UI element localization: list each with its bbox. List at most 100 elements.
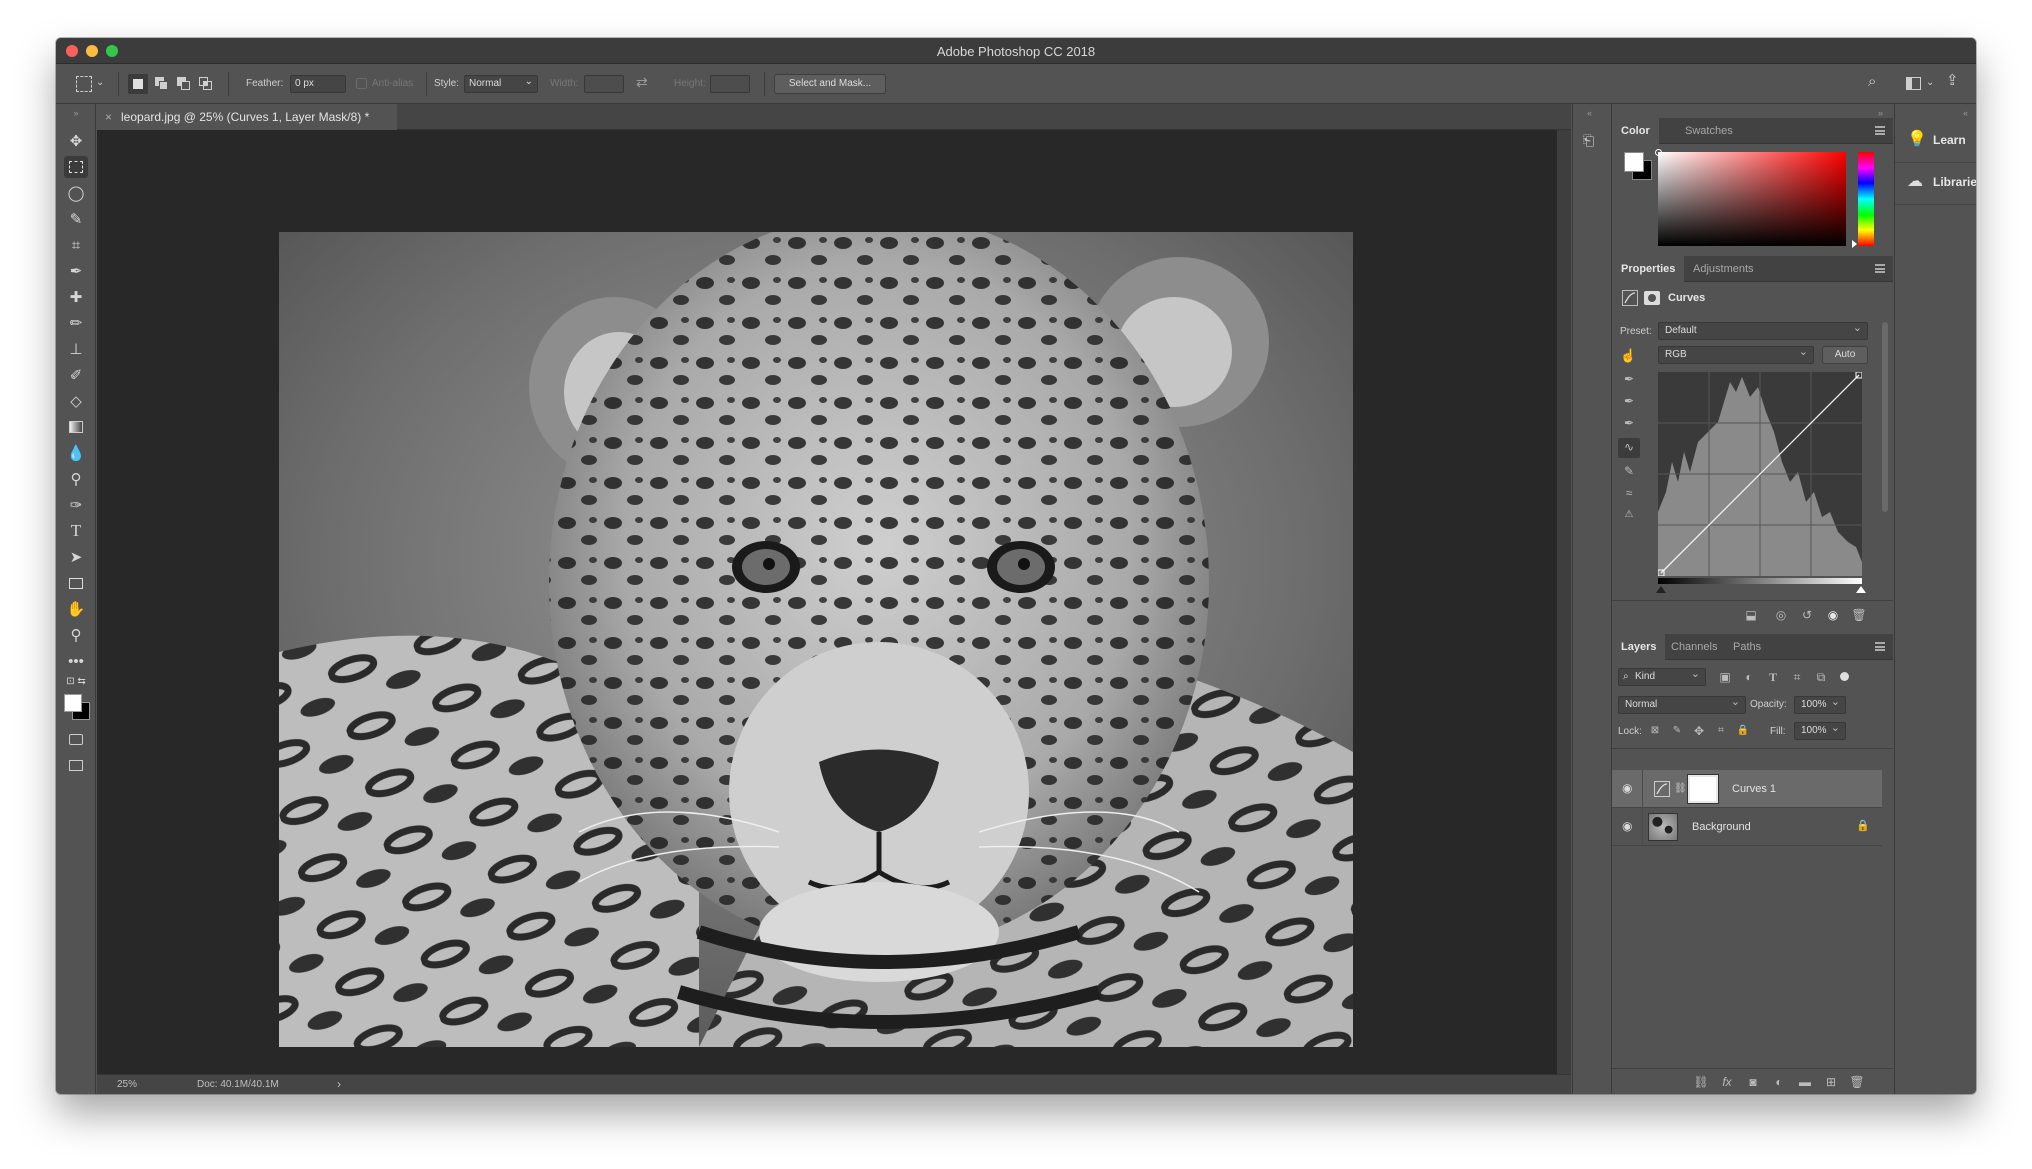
vertical-scrollbar[interactable] xyxy=(1557,130,1571,1074)
curves-adjustment-icon[interactable] xyxy=(1622,290,1638,306)
panel-menu-icon[interactable] xyxy=(1875,126,1885,135)
black-input-slider[interactable] xyxy=(1656,586,1666,593)
properties-scrollbar[interactable] xyxy=(1882,322,1888,512)
lasso-tool-icon[interactable]: ◯ xyxy=(64,182,88,204)
new-adjustment-layer-icon[interactable]: ◐ xyxy=(1770,1073,1788,1091)
smooth-curve-icon[interactable]: ≈ xyxy=(1620,484,1638,502)
tab-color[interactable]: Color xyxy=(1612,118,1659,144)
hand-tool-icon[interactable]: ✋ xyxy=(64,598,88,620)
tab-paths[interactable]: Paths xyxy=(1724,634,1770,660)
clipping-warning-icon[interactable]: ⚠ xyxy=(1620,506,1638,524)
clip-to-layer-icon[interactable]: ⬓ xyxy=(1742,606,1760,624)
layer-kind-filter[interactable]: ⌕ Kind xyxy=(1618,666,1706,686)
white-point-eyedropper-icon[interactable]: ✒ xyxy=(1620,414,1638,432)
height-input[interactable] xyxy=(710,75,750,93)
layer-row-background[interactable]: ◉ Background 🔒 xyxy=(1612,808,1882,846)
width-input[interactable] xyxy=(584,75,624,93)
document-tab[interactable]: × leopard.jpg @ 25% (Curves 1, Layer Mas… xyxy=(97,104,397,130)
eyedropper-tool-icon[interactable]: ✒ xyxy=(64,260,88,282)
foreground-color-swatch[interactable] xyxy=(64,694,82,712)
layer-name[interactable]: Background xyxy=(1692,821,1751,833)
lock-position-icon[interactable]: ✥ xyxy=(1690,722,1708,740)
blend-mode-select[interactable]: Normal xyxy=(1618,694,1746,714)
quick-selection-tool-icon[interactable]: ✎ xyxy=(64,208,88,230)
gray-point-eyedropper-icon[interactable]: ✒ xyxy=(1620,392,1638,410)
layer-thumbnail[interactable] xyxy=(1648,813,1678,841)
collapse-icon[interactable]: » xyxy=(1878,108,1883,118)
visibility-eye-icon[interactable]: ◉ xyxy=(1622,781,1632,795)
quick-mask-icon[interactable] xyxy=(64,728,88,750)
path-selection-tool-icon[interactable]: ➤ xyxy=(64,546,88,568)
lock-transparent-pixels-icon[interactable]: ⊠ xyxy=(1646,722,1664,740)
panel-menu-icon[interactable] xyxy=(1875,642,1885,651)
color-picker-field[interactable] xyxy=(1655,149,1846,246)
brush-tool-icon[interactable]: ✏ xyxy=(64,312,88,334)
visibility-eye-icon[interactable]: ◉ xyxy=(1824,606,1842,624)
adjustment-layer-filter-icon[interactable]: ◐ xyxy=(1740,668,1758,686)
view-previous-state-icon[interactable]: ◎ xyxy=(1772,606,1790,624)
tab-adjustments[interactable]: Adjustments xyxy=(1684,256,1763,282)
close-tab-icon[interactable]: × xyxy=(105,104,112,130)
color-picker-cursor[interactable] xyxy=(1655,149,1662,156)
healing-brush-tool-icon[interactable]: ✚ xyxy=(64,286,88,308)
zoom-tool-icon[interactable]: ⚲ xyxy=(64,624,88,646)
select-and-mask-button[interactable]: Select and Mask... xyxy=(774,74,886,94)
black-point-eyedropper-icon[interactable]: ✒ xyxy=(1620,370,1638,388)
pixel-layer-filter-icon[interactable]: ▣ xyxy=(1716,668,1734,686)
delete-adjustment-icon[interactable]: 🗑 xyxy=(1850,606,1868,624)
style-select[interactable]: Normal ⌄ xyxy=(464,75,538,93)
swap-dimensions-icon[interactable]: ⇄ xyxy=(636,74,648,90)
crop-tool-icon[interactable]: ⌗ xyxy=(64,234,88,256)
tab-layers[interactable]: Layers xyxy=(1612,634,1666,660)
share-icon[interactable]: ⇪ xyxy=(1946,73,1959,89)
rectangle-tool-icon[interactable] xyxy=(64,572,88,594)
collapse-icon[interactable]: « xyxy=(1963,108,1968,118)
feather-input[interactable]: 0 px xyxy=(290,75,346,93)
opacity-input[interactable]: 100% xyxy=(1794,694,1846,714)
tab-channels[interactable]: Channels xyxy=(1662,634,1726,660)
new-group-folder-icon[interactable]: ▬ xyxy=(1796,1073,1814,1091)
intersect-selection-icon[interactable] xyxy=(198,76,214,92)
blur-tool-icon[interactable]: 💧 xyxy=(64,442,88,464)
chevron-down-icon[interactable]: ⌄ xyxy=(1926,75,1934,91)
layer-mask-thumbnail[interactable] xyxy=(1687,774,1719,804)
lock-icon[interactable]: 🔒 xyxy=(1856,819,1870,832)
link-mask-icon[interactable]: ⛓ xyxy=(1674,783,1687,794)
new-layer-icon[interactable]: ⊞ xyxy=(1822,1073,1840,1091)
lock-image-pixels-icon[interactable]: ✎ xyxy=(1668,722,1686,740)
layer-row-curves-1[interactable]: ◉ ⛓ Curves 1 xyxy=(1612,770,1882,808)
foreground-color-chip[interactable] xyxy=(1624,152,1644,172)
collapse-icon[interactable]: » xyxy=(64,108,88,118)
panel-menu-icon[interactable] xyxy=(1875,264,1885,273)
eraser-tool-icon[interactable]: ◇ xyxy=(64,390,88,412)
reset-adjustment-icon[interactable]: ↺ xyxy=(1798,606,1816,624)
zoom-level[interactable]: 25% xyxy=(117,1079,137,1090)
hue-slider[interactable] xyxy=(1858,152,1874,246)
delete-layer-icon[interactable]: 🗑 xyxy=(1848,1073,1866,1091)
search-icon[interactable]: ⌕ xyxy=(1868,74,1876,90)
history-panel-icon[interactable]: ⎗ xyxy=(1583,132,1601,150)
anti-alias-checkbox[interactable] xyxy=(356,78,367,89)
default-colors-icon[interactable]: ⊡ ⇆ xyxy=(64,674,88,688)
status-menu-arrow[interactable]: › xyxy=(337,1077,341,1091)
dodge-tool-icon[interactable]: ⚲ xyxy=(64,468,88,490)
draw-curve-pencil-icon[interactable]: ✎ xyxy=(1620,462,1638,480)
more-tools-icon[interactable]: ••• xyxy=(64,650,88,672)
pen-tool-icon[interactable]: ✑ xyxy=(64,494,88,516)
hue-slider-handle[interactable] xyxy=(1852,240,1857,248)
auto-button[interactable]: Auto xyxy=(1822,346,1868,364)
rectangular-marquee-tool-icon[interactable] xyxy=(64,156,88,178)
channel-select[interactable]: RGB xyxy=(1658,344,1814,364)
clone-stamp-tool-icon[interactable]: ⊥ xyxy=(64,338,88,360)
fill-input[interactable]: 100% xyxy=(1794,720,1846,740)
tab-properties[interactable]: Properties xyxy=(1612,256,1685,282)
smart-object-filter-icon[interactable]: ⧉ xyxy=(1812,668,1830,686)
layer-mask-icon[interactable] xyxy=(1644,291,1660,305)
workspace-icon[interactable] xyxy=(1906,77,1921,90)
learn-panel-button[interactable]: 💡 Learn xyxy=(1895,120,1976,160)
type-layer-filter-icon[interactable]: T xyxy=(1764,668,1782,686)
preset-select[interactable]: Default xyxy=(1658,320,1868,340)
tab-swatches[interactable]: Swatches xyxy=(1676,118,1742,144)
layer-style-fx-icon[interactable]: fx xyxy=(1718,1073,1736,1091)
link-layers-icon[interactable]: ⛓ xyxy=(1692,1073,1710,1091)
